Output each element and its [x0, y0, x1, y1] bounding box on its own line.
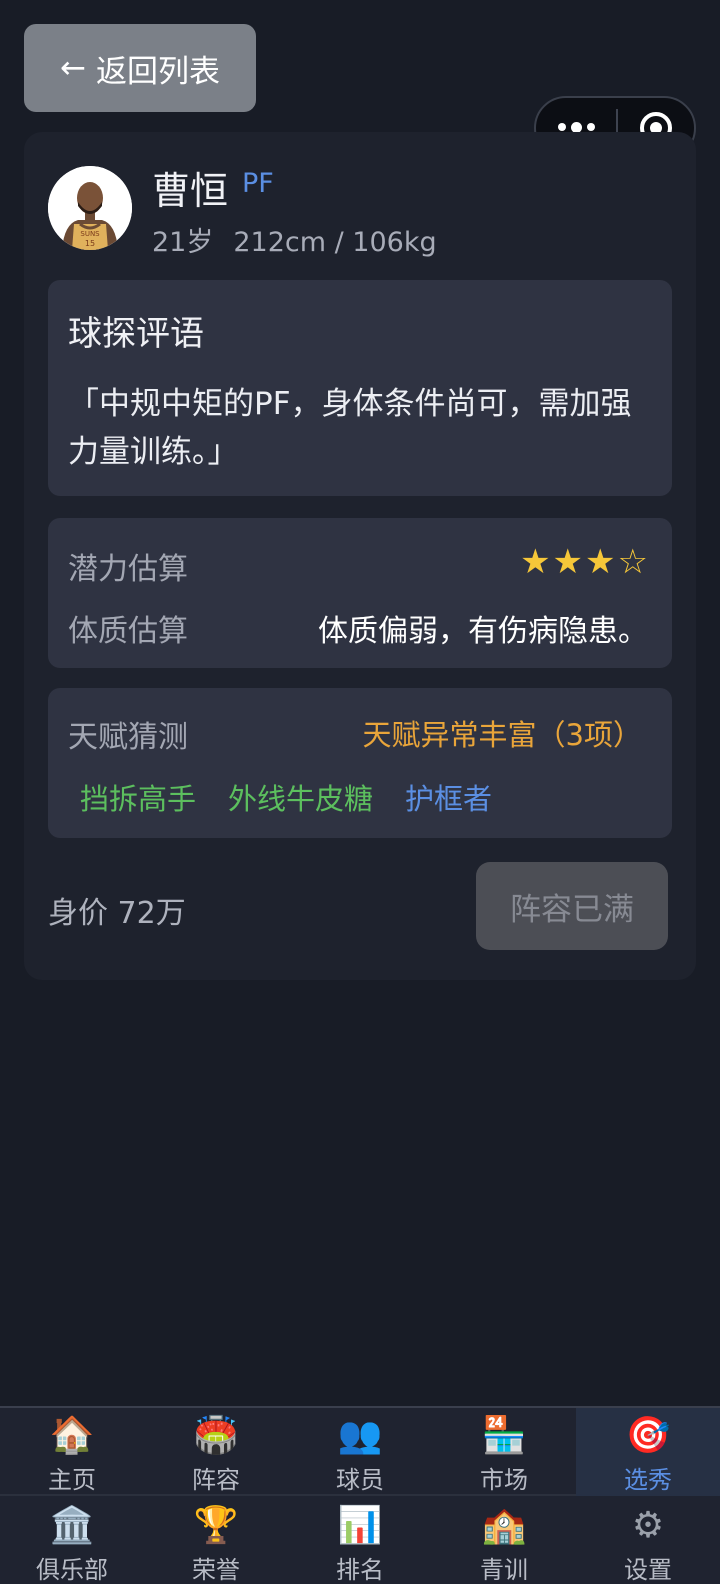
talent-tag: 护框者: [405, 782, 493, 816]
talent-label: 天赋猜测: [68, 720, 188, 755]
tab-label: 青训: [480, 1556, 528, 1584]
tab-market[interactable]: 🏪 市场: [432, 1408, 576, 1496]
player-age: 21岁: [152, 227, 214, 258]
player-size: 212cm / 106kg: [233, 227, 437, 258]
store-icon: 🏪: [481, 1415, 527, 1456]
player-avatar-image: SUNS 15: [48, 166, 132, 250]
physique-value: 体质偏弱，有伤病隐患。: [318, 614, 648, 649]
tab-honors[interactable]: 🏆 荣誉: [144, 1498, 288, 1584]
potential-stars: ★★★☆: [520, 542, 650, 582]
physique-label: 体质估算: [68, 614, 188, 649]
stadium-icon: 🏟️: [193, 1415, 239, 1456]
tab-players[interactable]: 👥 球员: [288, 1408, 432, 1496]
back-button-label: 返回列表: [95, 53, 220, 90]
bottom-tab-bar: 🏠 主页 🏟️ 阵容 👥 球员 🏪 市场 🎯 选秀 🏛️ 俱乐部 🏆 荣誉 📊 …: [0, 1406, 720, 1584]
star-filled-icon: ★★★: [520, 542, 618, 582]
scout-comment-text: 「中规中矩的PF，身体条件尚可，需加强力量训练。」: [68, 386, 632, 470]
school-icon: 🏫: [481, 1505, 527, 1546]
tab-label: 排名: [336, 1556, 384, 1584]
tab-draft[interactable]: 🎯 选秀: [576, 1408, 720, 1496]
player-avatar: SUNS 15: [48, 166, 132, 250]
player-meta: 21岁 212cm / 106kg: [152, 220, 437, 259]
tab-label: 市场: [480, 1466, 528, 1494]
tab-club[interactable]: 🏛️ 俱乐部: [0, 1498, 144, 1584]
tab-label: 阵容: [192, 1466, 240, 1494]
talent-summary: 天赋异常丰富（3项）: [362, 718, 642, 752]
tab-label: 球员: [336, 1466, 384, 1494]
tab-lineup[interactable]: 🏟️ 阵容: [144, 1408, 288, 1496]
tab-label: 俱乐部: [36, 1556, 108, 1584]
scout-comment-title: 球探评语: [68, 314, 204, 354]
back-to-list-button[interactable]: ← 返回列表: [24, 24, 256, 112]
arrow-left-icon: ←: [60, 50, 86, 86]
talent-tags: 挡拆高手 外线牛皮糖 护框者: [80, 776, 492, 818]
player-name: 曹恒: [152, 169, 229, 213]
roster-full-button[interactable]: 阵容已满: [476, 862, 668, 950]
svg-text:SUNS: SUNS: [80, 230, 100, 238]
svg-text:15: 15: [85, 239, 95, 248]
gear-icon: ⚙: [631, 1505, 665, 1546]
estimate-panel: 潜力估算 ★★★☆ 体质估算 体质偏弱，有伤病隐患。: [48, 518, 672, 668]
tab-label: 荣誉: [192, 1556, 240, 1584]
player-card: SUNS 15 曹恒 PF 21岁 212cm / 106kg 球探评语 「中规中…: [24, 132, 696, 980]
talent-tag: 外线牛皮糖: [228, 782, 374, 816]
trophy-icon: 🏆: [193, 1505, 239, 1546]
tab-label: 选秀: [624, 1466, 672, 1494]
scout-comment-panel: 球探评语 「中规中矩的PF，身体条件尚可，需加强力量训练。」: [48, 280, 672, 496]
talent-panel: 天赋猜测 天赋异常丰富（3项） 挡拆高手 外线牛皮糖 护框者: [48, 688, 672, 838]
tab-home[interactable]: 🏠 主页: [0, 1408, 144, 1496]
bar-chart-icon: 📊: [337, 1505, 383, 1546]
tab-settings[interactable]: ⚙ 设置: [576, 1498, 720, 1584]
potential-label: 潜力估算: [68, 552, 188, 587]
player-price: 身价 72万: [48, 896, 186, 931]
tab-youth[interactable]: 🏫 青训: [432, 1498, 576, 1584]
people-icon: 👥: [337, 1415, 383, 1456]
tab-rankings[interactable]: 📊 排名: [288, 1498, 432, 1584]
star-empty-icon: ☆: [617, 542, 650, 582]
tab-label: 设置: [624, 1556, 672, 1584]
talent-tag: 挡拆高手: [80, 782, 197, 816]
home-icon: 🏠: [49, 1415, 95, 1456]
dart-target-icon: 🎯: [625, 1415, 671, 1456]
building-icon: 🏛️: [49, 1505, 95, 1546]
tab-label: 主页: [48, 1466, 96, 1494]
player-position: PF: [242, 168, 274, 199]
